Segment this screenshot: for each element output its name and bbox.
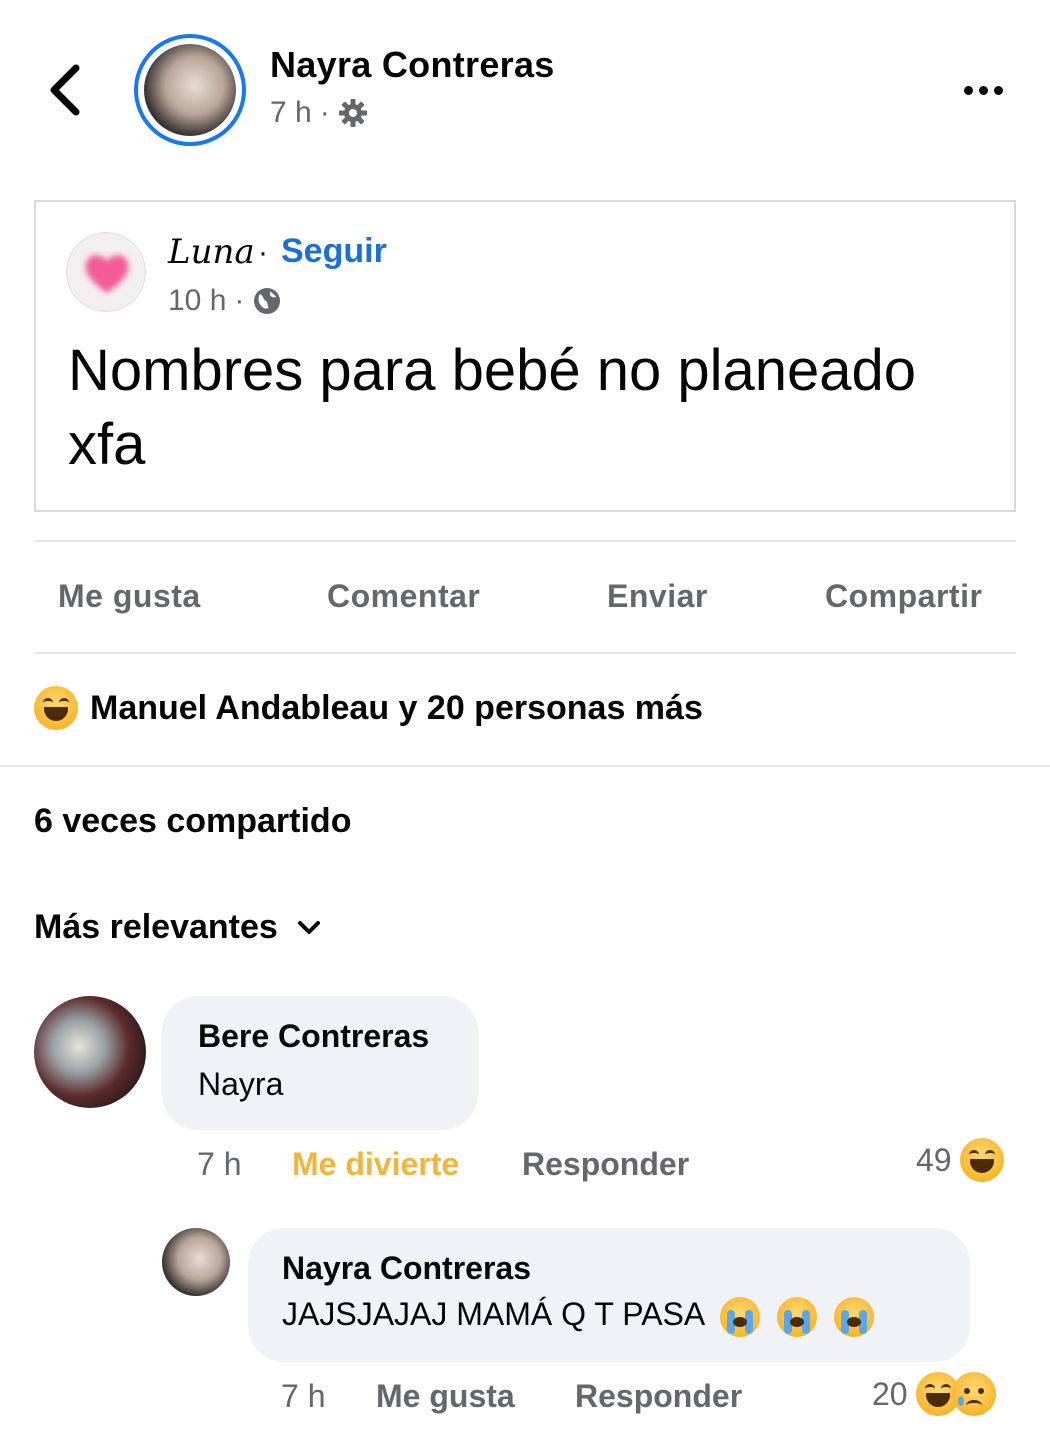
reply-reaction-count[interactable]: 20 (872, 1372, 996, 1416)
reaction-count-text: 20 (872, 1375, 908, 1412)
follow-link[interactable]: Seguir (281, 232, 387, 271)
reply-author-avatar[interactable] (162, 1228, 230, 1296)
comment-text: Nayra (198, 1066, 284, 1102)
reply-like-button[interactable]: Me gusta (376, 1378, 515, 1415)
reply-text: JAJSJAJAJ MAMÁ Q T PASA (282, 1296, 875, 1337)
send-button[interactable]: Enviar (607, 578, 708, 615)
comment-button[interactable]: Comentar (327, 578, 480, 615)
shared-author-avatar[interactable] (66, 232, 146, 312)
meta-separator: · (319, 96, 330, 129)
sort-label: Más relevantes (34, 908, 278, 946)
sad-reaction-icon (951, 1372, 996, 1416)
reply-text-content: JAJSJAJAJ MAMÁ Q T PASA (282, 1296, 704, 1332)
comment-sort-dropdown[interactable]: Más relevantes (34, 908, 322, 947)
comment-reaction-count[interactable]: 49 (916, 1138, 1004, 1182)
crying-face-icon (777, 1296, 818, 1337)
share-button[interactable]: Compartir (825, 578, 982, 615)
reply-reply-button[interactable]: Responder (575, 1378, 742, 1415)
divider (34, 652, 1016, 654)
divider (0, 765, 1050, 767)
more-dot-icon (993, 85, 1003, 95)
shared-post-time: 10 h (168, 284, 227, 317)
like-button[interactable]: Me gusta (58, 578, 201, 615)
reply-bubble[interactable]: Nayra Contreras JAJSJAJAJ MAMÁ Q T PASA (248, 1228, 970, 1362)
globe-icon (254, 288, 281, 314)
reactions-summary-text: Manuel Andableau y 20 personas más (90, 688, 703, 727)
heart-icon (85, 255, 129, 293)
reply-time[interactable]: 7 h (281, 1378, 325, 1415)
crying-face-icon (834, 1296, 875, 1337)
commenter-avatar[interactable] (34, 996, 146, 1108)
more-dot-icon (963, 85, 973, 95)
post-time: 7 h (270, 96, 312, 129)
chevron-down-icon (297, 920, 320, 934)
author-name[interactable]: Nayra Contreras (270, 44, 555, 86)
reply-author[interactable]: Nayra Contreras (282, 1250, 531, 1287)
reactions-summary[interactable]: Manuel Andableau y 20 personas más (34, 686, 703, 730)
comment-reply-button[interactable]: Responder (522, 1146, 689, 1183)
more-dot-icon (978, 85, 988, 95)
haha-reaction-icon (959, 1138, 1004, 1182)
name-separator: · (258, 236, 268, 269)
reaction-count-text: 49 (916, 1141, 952, 1178)
more-options-button[interactable] (955, 72, 1011, 108)
comment-reaction-button[interactable]: Me divierte (292, 1146, 459, 1183)
shares-count[interactable]: 6 veces compartido (34, 802, 351, 841)
haha-reaction-icon (34, 686, 78, 730)
meta-separator: · (234, 284, 245, 317)
chevron-left-icon (50, 64, 80, 116)
shared-author-name[interactable]: Luna (168, 232, 255, 272)
divider (34, 540, 1016, 542)
gear-icon (338, 99, 367, 127)
post-meta: 7 h · (270, 96, 368, 130)
back-button[interactable] (40, 58, 100, 122)
comment-time[interactable]: 7 h (197, 1146, 241, 1183)
comment-bubble[interactable]: Bere Contreras Nayra (162, 996, 478, 1130)
comment-author[interactable]: Bere Contreras (198, 1018, 429, 1055)
shared-post-meta: 10 h · (168, 284, 282, 318)
author-avatar-image (144, 44, 236, 136)
shared-post-text: Nombres para bebé no planeado xfa (68, 338, 917, 477)
author-avatar[interactable] (134, 34, 246, 146)
crying-face-icon (720, 1296, 761, 1337)
